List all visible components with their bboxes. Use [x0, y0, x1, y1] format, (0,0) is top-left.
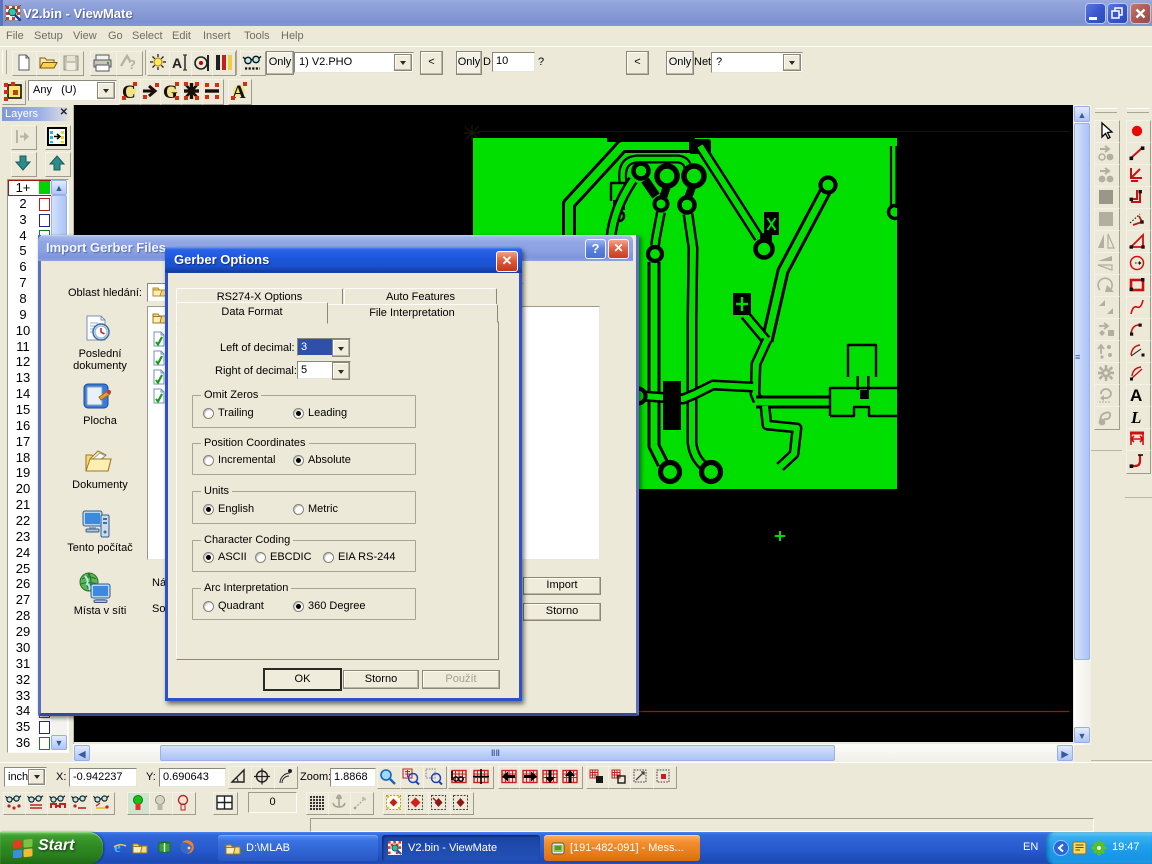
svg-text:A: A	[172, 55, 182, 71]
svg-text:L: L	[1130, 408, 1141, 427]
svg-text:?: ?	[128, 57, 136, 72]
svg-text:A: A	[1130, 386, 1142, 405]
svg-text:e: e	[114, 840, 121, 855]
